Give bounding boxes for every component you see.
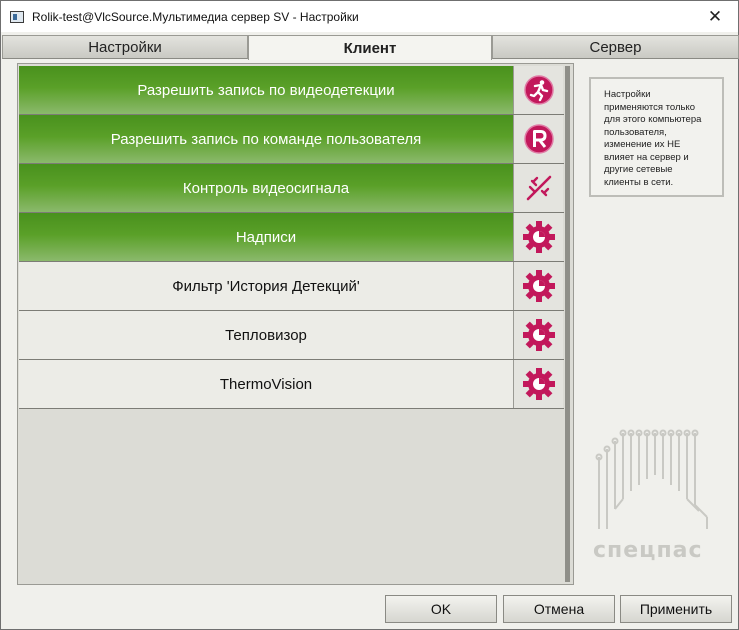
row-label[interactable]: Разрешить запись по видеодетекции — [19, 66, 513, 114]
tab-server[interactable]: Сервер — [492, 35, 739, 59]
gear-icon[interactable] — [513, 311, 563, 359]
record-r-icon[interactable] — [513, 115, 563, 163]
row-label[interactable]: Надписи — [19, 213, 513, 261]
cancel-button[interactable]: Отмена — [503, 595, 615, 623]
settings-list: Разрешить запись по видеодетекции Разреш… — [19, 66, 564, 409]
list-item-user-recording[interactable]: Разрешить запись по команде пользователя — [19, 115, 564, 164]
gear-icon[interactable] — [513, 360, 563, 408]
row-label[interactable]: Контроль видеосигнала — [19, 164, 513, 212]
row-label[interactable]: Тепловизор — [19, 311, 513, 359]
gear-icon[interactable] — [513, 213, 563, 261]
row-label[interactable]: ThermoVision — [19, 360, 513, 408]
gear-icon[interactable] — [513, 262, 563, 310]
list-item-thermal-imager[interactable]: Тепловизор — [19, 311, 564, 360]
ok-button[interactable]: OK — [385, 595, 497, 623]
list-item-motion-recording[interactable]: Разрешить запись по видеодетекции — [19, 66, 564, 115]
spetspas-logo: спецпас — [589, 429, 719, 569]
close-button[interactable]: ✕ — [692, 1, 738, 32]
row-label[interactable]: Фильтр 'История Детекций' — [19, 262, 513, 310]
tab-settings[interactable]: Настройки — [2, 35, 248, 59]
row-label[interactable]: Разрешить запись по команде пользователя — [19, 115, 513, 163]
apply-button[interactable]: Применить — [620, 595, 732, 623]
tab-bar: Настройки Клиент Сервер — [2, 35, 739, 60]
info-note: Настройки применяются только для этого к… — [589, 77, 724, 197]
list-item-detection-history-filter[interactable]: Фильтр 'История Детекций' — [19, 262, 564, 311]
list-item-signal-control[interactable]: Контроль видеосигнала — [19, 164, 564, 213]
settings-list-panel: Разрешить запись по видеодетекции Разреш… — [17, 63, 574, 585]
logo-text: спецпас — [593, 538, 703, 563]
vertical-scrollbar[interactable] — [565, 66, 570, 582]
window-title: Rolik-test@VlcSource.Мультимедиа сервер … — [32, 9, 359, 24]
signal-off-icon[interactable] — [513, 164, 563, 212]
tab-client[interactable]: Клиент — [248, 35, 492, 60]
list-item-captions[interactable]: Надписи — [19, 213, 564, 262]
settings-window: Rolik-test@VlcSource.Мультимедиа сервер … — [0, 0, 739, 630]
app-window-icon — [10, 10, 24, 23]
list-item-thermovision[interactable]: ThermoVision — [19, 360, 564, 409]
title-bar: Rolik-test@VlcSource.Мультимедиа сервер … — [1, 1, 738, 32]
motion-run-icon[interactable] — [513, 66, 563, 114]
